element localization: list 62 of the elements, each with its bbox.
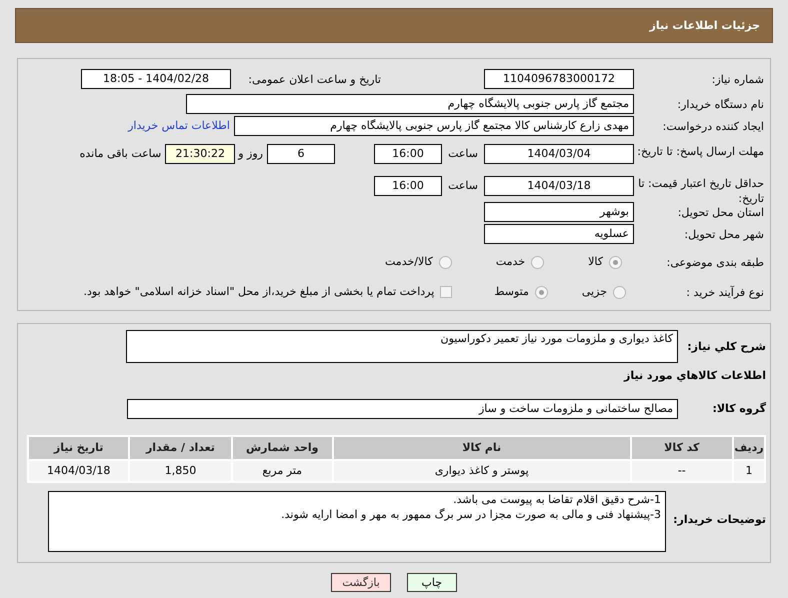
column-header: تاریخ نیاز	[28, 436, 130, 460]
page-title-bar: جزئیات اطلاعات نیاز	[15, 8, 773, 43]
radio-label: کالا	[588, 255, 603, 269]
radio-label: متوسط	[494, 285, 529, 299]
radio-button[interactable]	[609, 256, 622, 268]
checkbox-label: پرداخت تمام یا بخشی از مبلغ خرید،از محل "اسناد خزانه اسلامی" خواهد بود.	[84, 285, 434, 299]
value-field: مصالح ساختمانی و ملزومات ساخت و ساز	[127, 399, 678, 419]
field-label: توضیحات خریدار:	[672, 512, 766, 527]
field-label: حداقل تاریخ اعتبار قیمت: تا تاریخ:	[637, 176, 765, 206]
radio-label: کالا/خدمت	[385, 255, 433, 269]
value-field: 21:30:22	[165, 144, 236, 164]
radio-label: جزیی	[582, 285, 607, 299]
time-label: ساعت	[447, 178, 479, 194]
column-header: تعداد / مقدار	[129, 436, 232, 460]
column-header: واحد شمارش	[232, 436, 333, 460]
value-field: 1104096783000172	[484, 69, 634, 89]
checkbox[interactable]	[440, 286, 452, 298]
field-label: استان محل تحویل:	[676, 205, 765, 220]
table-cell: متر مربع	[232, 460, 333, 482]
field-label: شرح کلي نياز:	[686, 339, 766, 354]
column-header: نام کالا	[332, 436, 631, 460]
field-label: نوع فرآیند خرید :	[685, 284, 765, 300]
table-cell: --	[630, 460, 733, 482]
back-button[interactable]: بازگشت	[331, 573, 391, 592]
field-label: شهر محل تحویل:	[683, 226, 765, 242]
table-cell: 1	[732, 460, 765, 482]
value-field: 16:00	[374, 176, 442, 196]
days-label: روز و	[236, 146, 264, 162]
value-field: عسلویه	[484, 224, 634, 244]
field-label: شماره نیاز:	[710, 72, 765, 86]
notes-line: 1-شرح دقیق اقلام تقاضا به پیوست می باشد.	[452, 492, 661, 507]
field-label: طبقه بندی موضوعی:	[666, 254, 765, 270]
value-field: مجتمع گاز پارس جنوبی پالایشگاه چهارم	[186, 94, 634, 114]
buyer-contact-link[interactable]: اطلاعات تماس خریدار	[128, 119, 230, 133]
notes-line: 3-پیشنهاد فنی و مالی به صورت مجزا در سر برگ ممهور به مهر و امضا ارایه شوند.	[280, 507, 661, 522]
field-label: تاریخ و ساعت اعلان عمومی:	[247, 72, 381, 86]
radio-label: خدمت	[496, 255, 526, 269]
value-field: 1404/03/04	[484, 144, 634, 164]
value-field: مهدی زارع کارشناس کالا مجتمع گاز پارس جنوبی پالایشگاه چهارم	[234, 116, 634, 136]
field-label: گروه کالا:	[711, 402, 766, 416]
value-field: بوشهر	[484, 202, 634, 222]
radio-button[interactable]	[531, 256, 544, 268]
table-cell: پوستر و کاغذ دیواری	[332, 460, 631, 482]
column-header: ردیف	[732, 436, 765, 460]
section-heading: اطلاعات کالاهاي مورد نياز	[624, 369, 766, 383]
table-cell: 1404/03/18	[28, 460, 130, 482]
field-label: مهلت ارسال پاسخ: تا تاریخ:	[636, 144, 765, 159]
value-field: 6	[267, 144, 335, 164]
print-button[interactable]: چاپ	[406, 573, 457, 592]
description-box: کاغذ دیواری و ملزومات مورد نیاز تعمیر دکوراسیون	[126, 330, 678, 363]
value-field: 16:00	[374, 144, 442, 164]
field-label: ایجاد کننده درخواست:	[662, 118, 765, 134]
field-label: نام دستگاه خریدار:	[676, 96, 765, 112]
radio-button[interactable]	[438, 256, 452, 268]
value-field: 1404/02/28 - 18:05	[81, 69, 231, 89]
column-header: کد کالا	[630, 436, 733, 460]
value-field: 1404/03/18	[484, 176, 634, 196]
radio-button[interactable]	[534, 286, 548, 298]
table-cell: 1,850	[129, 460, 232, 482]
remaining-time-label: ساعت باقی مانده	[80, 146, 162, 162]
time-label: ساعت	[447, 146, 479, 162]
radio-button[interactable]	[613, 286, 626, 298]
